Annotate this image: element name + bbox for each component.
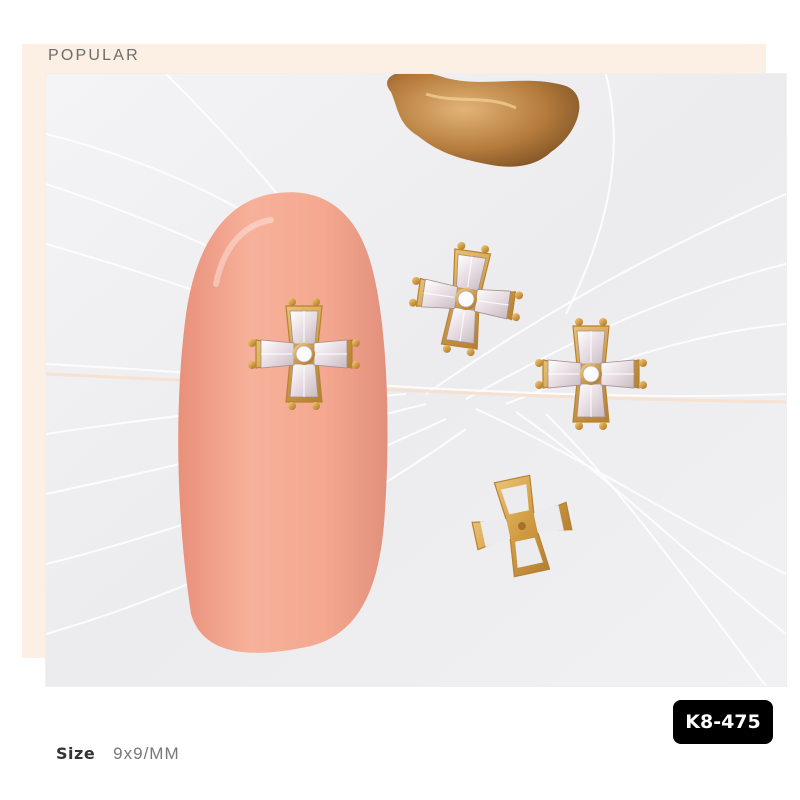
size-label: Size [56, 744, 96, 763]
product-photo-drawing [46, 74, 786, 686]
size-info: Size 9x9/MM [56, 744, 180, 764]
nail-tip [178, 192, 388, 653]
product-photo [46, 74, 786, 686]
sku-badge: K8-475 [673, 700, 773, 744]
section-title: POPULAR [48, 47, 140, 64]
size-value: 9x9/MM [113, 744, 180, 763]
